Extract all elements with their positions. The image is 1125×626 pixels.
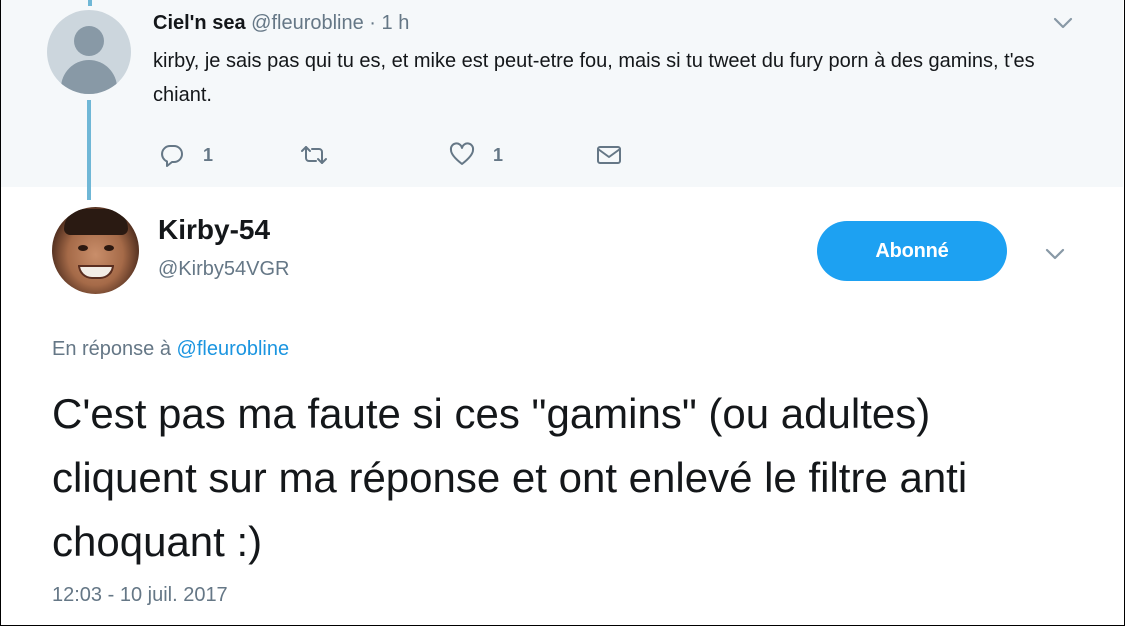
- reply-context: En réponse à @fleurobline: [52, 336, 289, 362]
- default-avatar[interactable]: [47, 10, 131, 94]
- reply-mention-link[interactable]: @fleurobline: [177, 338, 290, 360]
- parent-tweet-header: Ciel'n sea @fleurobline · 1 h: [153, 11, 409, 35]
- thread-line: [88, 0, 92, 6]
- reply-count: 1: [203, 144, 214, 165]
- following-button[interactable]: Abonné: [817, 221, 1007, 281]
- chevron-down-icon[interactable]: [1053, 16, 1073, 29]
- retweet-icon: [301, 146, 327, 164]
- retweet-button[interactable]: [299, 140, 347, 170]
- parent-author-handle[interactable]: @fleurobline: [251, 12, 364, 34]
- tweet-timestamp[interactable]: 12:03 - 10 juil. 2017: [52, 582, 228, 608]
- reply-icon: [161, 145, 183, 167]
- direct-message-button[interactable]: [596, 140, 622, 170]
- reply-prefix: En réponse à: [52, 338, 177, 360]
- parent-tweet-time[interactable]: 1 h: [382, 12, 410, 34]
- like-count: 1: [493, 144, 504, 165]
- header-separator: ·: [369, 12, 376, 34]
- author-name[interactable]: Kirby-54: [158, 213, 270, 247]
- tweet-text: C'est pas ma faute si ces "gamins" (ou a…: [52, 390, 968, 565]
- parent-author-name[interactable]: Ciel'n sea: [153, 12, 246, 34]
- user-avatar[interactable]: [52, 207, 139, 294]
- heart-icon: [449, 142, 475, 165]
- author-handle[interactable]: @Kirby54VGR: [158, 256, 289, 282]
- chevron-down-icon[interactable]: [1045, 247, 1065, 260]
- thread-connector-line: [87, 100, 91, 200]
- parent-tweet[interactable]: Ciel'n sea @fleurobline · 1 h kirby, je …: [1, 0, 1123, 187]
- avatar-eye-shape: [78, 245, 88, 251]
- avatar-head-shape: [74, 26, 104, 56]
- avatar-eye-shape: [104, 245, 114, 251]
- envelope-icon: [597, 146, 621, 164]
- reply-button[interactable]: 1: [159, 140, 213, 170]
- like-button[interactable]: 1: [449, 140, 503, 170]
- avatar-body-shape: [61, 60, 117, 94]
- avatar-mouth-shape: [78, 265, 114, 279]
- parent-tweet-text: kirby, je sais pas qui tu es, et mike es…: [153, 50, 1035, 106]
- avatar-hair-shape: [64, 209, 128, 235]
